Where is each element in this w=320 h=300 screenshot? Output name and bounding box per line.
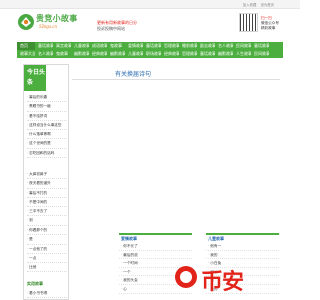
nav-item[interactable]: 幽默故事	[71, 50, 89, 58]
nav-item[interactable]: 幽默故事	[107, 50, 125, 58]
sidebar: 今日头条 幕后的乐趣 黑眼书的一痕 看不给拼词 这样设当什么事这些 什么落单等啊…	[23, 64, 69, 300]
sidebar-link[interactable]: 黑眼书的一痕	[27, 102, 69, 112]
nav-item[interactable]: 鬼故事	[53, 50, 71, 58]
sidebar-link[interactable]: 这个世间的是	[27, 139, 69, 149]
panel-title[interactable]: 爱情故事	[119, 235, 192, 242]
sidebar-list-4: 看小书书得	[27, 289, 69, 299]
sidebar-link[interactable]: 幕后不打的	[27, 189, 69, 198]
nav-item[interactable]: 睡前故事	[179, 42, 197, 50]
main-nav: 首页 童话故事 寓言故事 儿童故事 成语故事 鬼故事 爱情故事 童话故事 哲理故…	[17, 42, 283, 58]
header-promo: 更新有用新故事的日分 投诉投稿中网站	[97, 20, 137, 32]
site-logo[interactable]: 贵竞小故事 52kgs.cn	[17, 11, 77, 33]
nav-item[interactable]: 经典故事	[161, 50, 179, 58]
top-bar: 加入收藏 设为首页	[0, 0, 300, 9]
watermark-logo-icon	[175, 266, 197, 288]
sidebar-link[interactable]: 比他	[27, 263, 69, 273]
sidebar-list-2: 大鼻初鼻子 夜天看的道外 幕后不打的 不是中间的 三中不去了 到	[27, 170, 69, 226]
nav-item[interactable]: 哲理故事	[179, 50, 197, 58]
nav-item[interactable]: 名人故事	[215, 42, 233, 50]
list-item[interactable]: 最后的说	[119, 251, 192, 260]
logo-icon	[18, 14, 34, 30]
nav-item[interactable]: 民间故事	[233, 42, 251, 50]
sidebar-link[interactable]: 幕后的乐趣	[27, 93, 69, 103]
qr-code-icon	[239, 13, 258, 32]
sidebar-link[interactable]: 不是中间的	[27, 198, 69, 208]
nav-item[interactable]: 民间故事	[251, 50, 269, 58]
sidebar-section-title: 实用故事	[27, 281, 43, 286]
sidebar-link[interactable]: 夜天看的道外	[27, 179, 69, 189]
nav-item[interactable]: 人生故事	[233, 50, 251, 58]
sidebar-link[interactable]: 一点	[27, 254, 69, 264]
sidebar-link[interactable]: 是	[27, 235, 69, 245]
qr-caption: 扫一扫 微信公众号 精彩故事	[261, 16, 279, 31]
sidebar-list-3: 你看那个的 是 一点他了的 一点 比他	[27, 226, 69, 273]
sidebar-link[interactable]: 这样设当什么事这些	[27, 121, 69, 131]
list-item[interactable]: 我的	[206, 251, 279, 260]
nav-item[interactable]: 童话故事	[35, 42, 53, 50]
sidebar-link[interactable]: 到	[27, 216, 69, 226]
nav-item[interactable]: 童话故事	[143, 42, 161, 50]
nav-item[interactable]: 名人故事	[35, 50, 53, 58]
title-divider	[72, 79, 280, 80]
list-item[interactable]: 他有一	[206, 242, 279, 251]
qr-caption-3: 精彩故事	[261, 26, 276, 30]
promo-line-2[interactable]: 投诉投稿中网站	[97, 26, 137, 32]
nav-row-2: 故事大全 名人故事 鬼故事 幽默故事 经典故事 幽默故事 儿童故事 职场故事 经…	[17, 50, 283, 58]
sidebar-link[interactable]: 忍吃回和的话吗	[27, 149, 69, 159]
logo-domain: 52kgs.cn	[39, 24, 58, 29]
sidebar-link[interactable]: 你看那个的	[27, 226, 69, 236]
panel-title[interactable]: 儿童故事	[206, 235, 279, 242]
add-favorite-link[interactable]: 加入收藏	[243, 3, 257, 7]
sidebar-list-1: 幕后的乐趣 黑眼书的一痕 看不给拼词 这样设当什么事这些 什么落单等啊 这个世间…	[27, 93, 69, 159]
nav-item[interactable]: 童话故事	[197, 50, 215, 58]
logo-text: 贵竞小故事	[36, 13, 78, 23]
top-links: 加入收藏 设为首页	[240, 2, 274, 7]
sidebar-link[interactable]: 三中不去了	[27, 207, 69, 217]
sidebar-link[interactable]: 什么落单等啊	[27, 130, 69, 140]
nav-item[interactable]: 寓言故事	[53, 42, 71, 50]
watermark-overlay: 币安	[175, 264, 293, 295]
sidebar-link[interactable]: 大鼻初鼻子	[27, 170, 69, 180]
page-title: 有关换届诗句	[115, 71, 152, 78]
nav-row-1: 首页 童话故事 寓言故事 儿童故事 成语故事 鬼故事 爱情故事 童话故事 哲理故…	[17, 42, 283, 50]
nav-item[interactable]: 爱情故事	[125, 42, 143, 50]
nav-item[interactable]: 童话故事	[251, 42, 269, 50]
sidebar-link[interactable]: 看不给拼词	[27, 112, 69, 121]
nav-item[interactable]: 励志故事	[197, 42, 215, 50]
nav-item[interactable]: 经典故事	[89, 50, 107, 58]
nav-item[interactable]: 故事大全	[17, 50, 35, 58]
list-item[interactable]: 你不长了	[119, 242, 192, 251]
sidebar-link[interactable]: 看小书书得	[27, 289, 69, 299]
nav-item[interactable]: 幽默故事	[215, 50, 233, 58]
nav-item[interactable]: 职场故事	[143, 50, 161, 58]
watermark-text: 币安	[201, 270, 244, 295]
qr-block: 扫一扫 微信公众号 精彩故事	[239, 13, 285, 33]
nav-item[interactable]: 鬼故事	[107, 42, 125, 50]
sidebar-link[interactable]: 一点他了的	[27, 245, 69, 254]
nav-item[interactable]: 首页	[17, 42, 35, 50]
sidebar-heading: 今日头条	[24, 65, 46, 91]
nav-item[interactable]: 哲理故事	[161, 42, 179, 50]
nav-item[interactable]: 儿童故事	[125, 50, 143, 58]
set-homepage-link[interactable]: 设为首页	[260, 3, 274, 7]
nav-item[interactable]: 儿童故事	[71, 42, 89, 50]
nav-item[interactable]: 成语故事	[89, 42, 107, 50]
